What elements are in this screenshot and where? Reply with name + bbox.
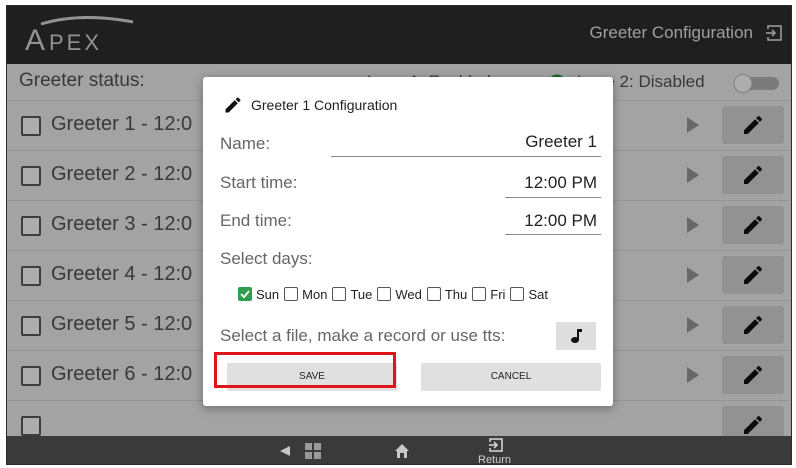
checkbox-icon[interactable]: [426, 287, 441, 301]
day-label: Fri: [490, 286, 506, 302]
save-button-highlight: [214, 352, 396, 388]
end-time-underline: [505, 234, 601, 235]
select-audio-button[interactable]: [556, 322, 596, 350]
day-thu[interactable]: Thu: [426, 286, 468, 302]
day-label: Mon: [302, 286, 328, 302]
checkbox-icon[interactable]: [332, 287, 347, 301]
day-label: Sat: [528, 286, 548, 302]
checkbox-icon[interactable]: [377, 287, 392, 301]
start-time-underline: [505, 197, 601, 198]
name-label: Name:: [220, 134, 271, 153]
cancel-button[interactable]: CANCEL: [421, 363, 601, 391]
day-tue[interactable]: Tue: [332, 287, 372, 302]
home-icon[interactable]: [394, 443, 410, 459]
day-label: Thu: [444, 286, 468, 302]
day-label: Sun: [256, 286, 280, 302]
system-nav-bar: Return: [7, 436, 791, 464]
back-icon[interactable]: [279, 445, 291, 457]
name-field[interactable]: Greeter 1: [525, 132, 597, 152]
pencil-icon: [225, 97, 241, 113]
music-note-icon: [571, 329, 582, 343]
return-label[interactable]: Return: [478, 454, 511, 464]
day-mon[interactable]: Mon: [284, 287, 327, 302]
file-select-label: Select a file, make a record or use tts:: [220, 326, 506, 345]
checkbox-icon[interactable]: [472, 287, 487, 301]
day-label: Wed: [395, 286, 422, 302]
start-time-label: Start time:: [220, 173, 298, 192]
overview-icon[interactable]: [305, 443, 321, 459]
day-sat[interactable]: Sat: [510, 287, 548, 302]
days-selector: Sun Mon Tue Wed Thu Fri Sat: [238, 285, 553, 303]
end-time-label: End time:: [220, 211, 292, 230]
start-time-field[interactable]: 12:00 PM: [524, 173, 597, 193]
day-sun[interactable]: Sun: [238, 287, 279, 302]
checkbox-checked-icon[interactable]: [238, 287, 252, 301]
return-icon[interactable]: [488, 437, 504, 453]
day-fri[interactable]: Fri: [472, 287, 505, 302]
app-screen: A PEX Greeter Configuration Greeter stat…: [6, 5, 792, 465]
dialog-title: Greeter 1 Configuration: [251, 97, 398, 113]
day-wed[interactable]: Wed: [377, 287, 422, 302]
end-time-field[interactable]: 12:00 PM: [524, 211, 597, 231]
checkbox-icon[interactable]: [510, 287, 525, 301]
select-days-label: Select days:: [220, 249, 313, 268]
day-label: Tue: [350, 286, 373, 302]
name-field-underline: [331, 156, 601, 157]
checkbox-icon[interactable]: [284, 287, 299, 301]
